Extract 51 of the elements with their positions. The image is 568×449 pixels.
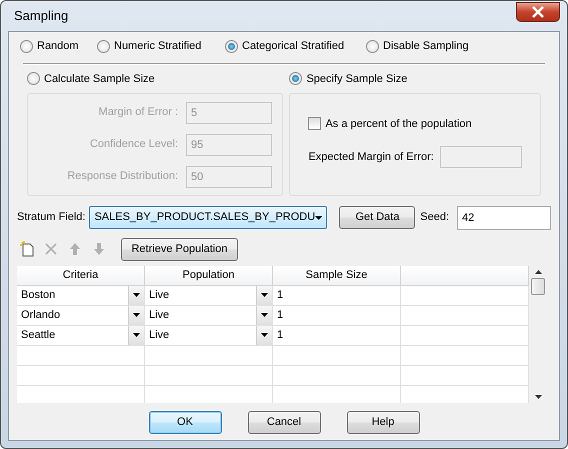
close-icon	[531, 6, 545, 18]
scroll-thumb[interactable]	[531, 278, 545, 294]
scroll-down-icon[interactable]	[534, 394, 542, 398]
caret-icon	[315, 216, 322, 220]
radio-option[interactable]: Specify Sample Size	[289, 70, 408, 87]
caret-icon	[133, 293, 140, 297]
column-header: Criteria	[17, 266, 145, 286]
dialog-button[interactable]: Cancel	[248, 410, 320, 434]
table-cell[interactable]: Live	[145, 326, 273, 346]
dropdown-field[interactable]: SALES_BY_PRODUCT.SALES_BY_PRODU	[89, 206, 328, 229]
new-item-icon[interactable]	[19, 241, 35, 257]
dropdown-button[interactable]	[128, 286, 144, 304]
field-label: Seed:	[420, 210, 449, 226]
field-label: Margin of Error :	[98, 105, 178, 120]
get-data-button[interactable]: Get Data	[339, 206, 416, 229]
caret-icon	[133, 333, 140, 337]
dropdown-button[interactable]	[256, 286, 272, 304]
table-cell: 1	[273, 306, 401, 326]
dropdown-button[interactable]	[128, 326, 144, 344]
table-cell[interactable]: Seattle	[17, 326, 145, 346]
radio-option[interactable]: Disable Sampling	[366, 38, 526, 54]
table-cell: 1	[273, 326, 401, 346]
scroll-up-icon[interactable]	[534, 270, 542, 274]
field-label: Response Distribution:	[66, 169, 178, 184]
dropdown-button[interactable]	[128, 306, 144, 324]
dialog-button[interactable]: Help	[346, 410, 420, 434]
caret-icon	[133, 313, 140, 317]
dropdown-button[interactable]	[256, 326, 272, 344]
field-label: Stratum Field:	[17, 210, 86, 226]
column-header: Sample Size	[273, 266, 401, 286]
caret-icon	[261, 313, 268, 317]
table-cell: 1	[273, 286, 401, 306]
radio-option[interactable]: Categorical Stratified	[225, 38, 366, 54]
input-field[interactable]: 42	[457, 206, 551, 230]
close-button[interactable]	[516, 2, 560, 22]
table-cell[interactable]: Live	[145, 286, 273, 306]
checkbox-option[interactable]: As a percent of the population	[308, 116, 522, 132]
radio-option[interactable]: Numeric Stratified	[97, 38, 225, 54]
caret-icon	[261, 333, 268, 337]
field-label: Confidence Level:	[88, 137, 178, 152]
table-cell[interactable]: Live	[145, 306, 273, 326]
dialog-button[interactable]: OK	[148, 410, 222, 434]
table-cell[interactable]: Orlando	[17, 306, 145, 326]
retrieve-population-button[interactable]: Retrieve Population	[121, 238, 238, 260]
dropdown-button[interactable]	[256, 306, 272, 324]
window-title: Sampling	[13, 7, 68, 26]
table-cell[interactable]: Boston	[17, 286, 145, 306]
field-label: Expected Margin of Error:	[308, 150, 434, 165]
column-header: Population	[145, 266, 273, 286]
caret-icon	[261, 293, 268, 297]
radio-option[interactable]: Random	[17, 38, 97, 54]
